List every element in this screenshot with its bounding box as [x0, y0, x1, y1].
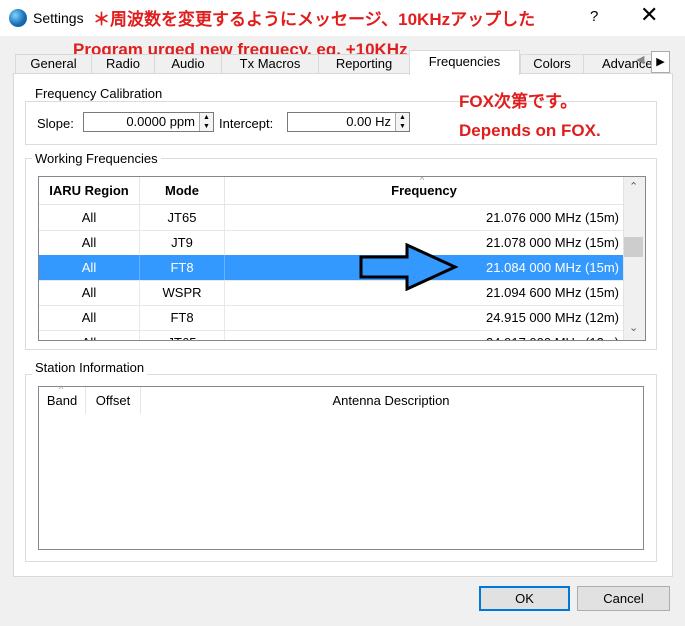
table-row[interactable]: All JT65 24.917 000 MHz (12m) — [39, 330, 623, 340]
annotation-japanese-top: ＊周波数を変更するようにメッセージ、10KHzアップした — [93, 10, 536, 29]
help-button[interactable]: ? — [590, 8, 598, 25]
table-row[interactable]: All FT8 24.915 000 MHz (12m) — [39, 305, 623, 331]
vertical-scrollbar[interactable]: ⌃ ⌄ — [623, 177, 645, 340]
cancel-button[interactable]: Cancel — [577, 586, 670, 611]
working-frequencies-title: Working Frequencies — [32, 151, 161, 166]
column-header-antenna-description[interactable]: Antenna Description — [141, 387, 641, 414]
tab-reporting[interactable]: Reporting — [318, 54, 410, 73]
window-title: Settings — [33, 10, 84, 26]
sort-indicator-icon: ^ — [420, 176, 425, 185]
annotation-japanese-fox: FOX次第です。 — [459, 92, 578, 111]
slope-label: Slope: — [37, 116, 74, 131]
row-region: All — [39, 330, 140, 340]
frequency-calibration-title: Frequency Calibration — [32, 86, 166, 101]
slope-spinbox[interactable]: 0.0000 ppm ▲ ▼ — [83, 112, 214, 132]
row-region: All — [39, 280, 140, 305]
row-region: All — [39, 255, 140, 280]
column-header-iaru-region[interactable]: IARU Region — [39, 177, 140, 205]
scroll-up-icon[interactable]: ⌃ — [629, 180, 638, 193]
working-frequencies-table[interactable]: IARU Region Mode Frequency ^ All JT65 21… — [38, 176, 646, 341]
tab-scroll-right-icon[interactable]: ▶ — [651, 51, 670, 73]
scrollbar-thumb[interactable] — [624, 237, 643, 257]
table-row-selected[interactable]: All FT8 21.084 000 MHz (15m) — [39, 255, 623, 281]
row-frequency: 24.917 000 MHz (12m) — [225, 330, 619, 340]
station-information-title: Station Information — [32, 360, 148, 375]
intercept-label: Intercept: — [219, 116, 274, 131]
row-mode: WSPR — [140, 280, 225, 305]
row-mode: FT8 — [140, 255, 225, 280]
tab-audio[interactable]: Audio — [154, 54, 222, 73]
row-frequency: 24.915 000 MHz (12m) — [486, 310, 619, 325]
tab-colors[interactable]: Colors — [520, 54, 584, 73]
column-header-offset[interactable]: Offset — [86, 387, 141, 414]
row-region: All — [39, 305, 140, 330]
tab-radio[interactable]: Radio — [91, 54, 155, 73]
intercept-value: 0.00 Hz — [346, 114, 391, 129]
table-row[interactable]: All JT9 21.078 000 MHz (15m) — [39, 230, 623, 256]
row-frequency: 21.076 000 MHz (15m) — [486, 210, 619, 225]
app-globe-icon — [9, 9, 27, 27]
intercept-spinbox[interactable]: 0.00 Hz ▲ ▼ — [287, 112, 410, 132]
table-row[interactable]: All JT65 21.076 000 MHz (15m) — [39, 205, 623, 231]
table-row[interactable]: All WSPR 21.094 600 MHz (15m) — [39, 280, 623, 306]
tab-general[interactable]: General — [15, 54, 92, 73]
row-mode: JT65 — [140, 205, 225, 230]
arrow-annotation-icon — [359, 243, 459, 291]
close-icon[interactable]: ✕ — [640, 4, 658, 26]
row-region: All — [39, 205, 140, 230]
column-header-mode[interactable]: Mode — [140, 177, 225, 205]
row-mode: FT8 — [140, 305, 225, 330]
tab-frequencies[interactable]: Frequencies — [409, 50, 520, 75]
slope-value: 0.0000 ppm — [126, 114, 195, 129]
annotation-english-fox: Depends on FOX. — [459, 121, 601, 140]
row-mode: JT9 — [140, 230, 225, 255]
sort-indicator-icon: ^ — [59, 384, 64, 394]
row-mode: JT65 — [140, 330, 225, 340]
station-information-table[interactable]: Band ^ Offset Antenna Description — [38, 384, 644, 550]
row-region: All — [39, 230, 140, 255]
scroll-down-icon[interactable]: ⌄ — [629, 321, 638, 334]
tab-scroll-left-icon[interactable]: ◀ — [636, 53, 644, 66]
intercept-spin-arrows-icon[interactable]: ▲ ▼ — [395, 113, 409, 131]
tab-tx-macros[interactable]: Tx Macros — [221, 54, 319, 73]
ok-button[interactable]: OK — [479, 586, 570, 611]
slope-spin-arrows-icon[interactable]: ▲ ▼ — [199, 113, 213, 131]
